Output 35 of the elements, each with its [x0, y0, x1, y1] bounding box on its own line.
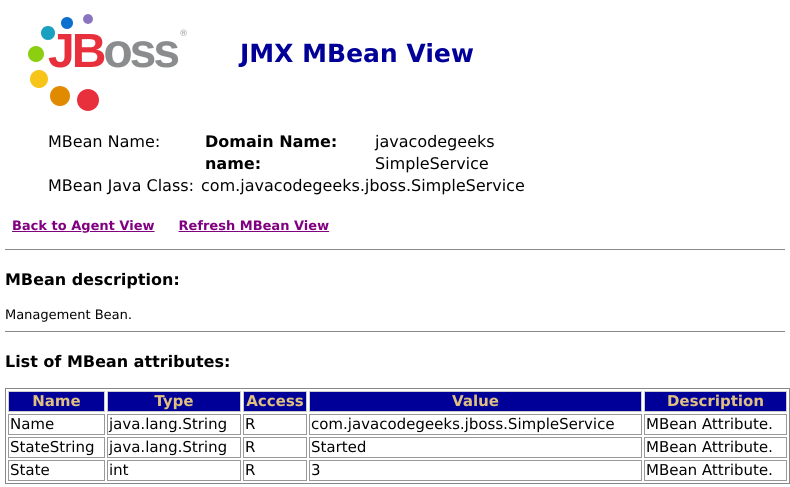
- info-value: com.javacodegeeks.jboss.SimpleService: [201, 175, 525, 197]
- section-heading: List of MBean attributes:: [5, 351, 232, 373]
- table-cell: StateString: [8, 437, 105, 458]
- description-text: Management Bean.: [5, 306, 134, 324]
- info-value: javacodegeeks: [375, 131, 495, 153]
- table-cell: Started: [309, 437, 642, 458]
- info-label: MBean Name:: [48, 132, 160, 151]
- column-header: Access: [243, 391, 307, 412]
- table-cell: R: [243, 460, 307, 481]
- page-title: JMX MBean View: [240, 38, 474, 70]
- column-header: Name: [8, 391, 105, 412]
- table-cell: java.lang.String: [107, 414, 241, 435]
- table-cell: R: [243, 414, 307, 435]
- column-header: Description: [644, 391, 787, 412]
- info-label: MBean Java Class:: [48, 176, 194, 195]
- column-header: Type: [107, 391, 241, 412]
- table-cell: R: [243, 437, 307, 458]
- table-cell: Name: [8, 414, 105, 435]
- nav-link[interactable]: Back to Agent View: [12, 217, 155, 236]
- table-cell: MBean Attribute.: [644, 414, 787, 435]
- table-cell: MBean Attribute.: [644, 460, 787, 481]
- table-cell: MBean Attribute.: [644, 437, 787, 458]
- table-cell: com.javacodegeeks.jboss.SimpleService: [309, 414, 642, 435]
- table-cell: State: [8, 460, 105, 481]
- registered-mark: ®: [179, 30, 188, 39]
- nav-link[interactable]: Refresh MBean View: [178, 217, 330, 236]
- info-value: SimpleService: [375, 153, 489, 175]
- table-cell: int: [107, 460, 241, 481]
- table-cell: 3: [309, 460, 642, 481]
- logo-text: JBoss: [48, 28, 178, 76]
- section-heading: MBean description:: [5, 268, 181, 290]
- column-header: Value: [309, 391, 642, 412]
- info-key: name:: [205, 154, 262, 173]
- info-key: Domain Name:: [205, 132, 338, 151]
- table-cell: java.lang.String: [107, 437, 241, 458]
